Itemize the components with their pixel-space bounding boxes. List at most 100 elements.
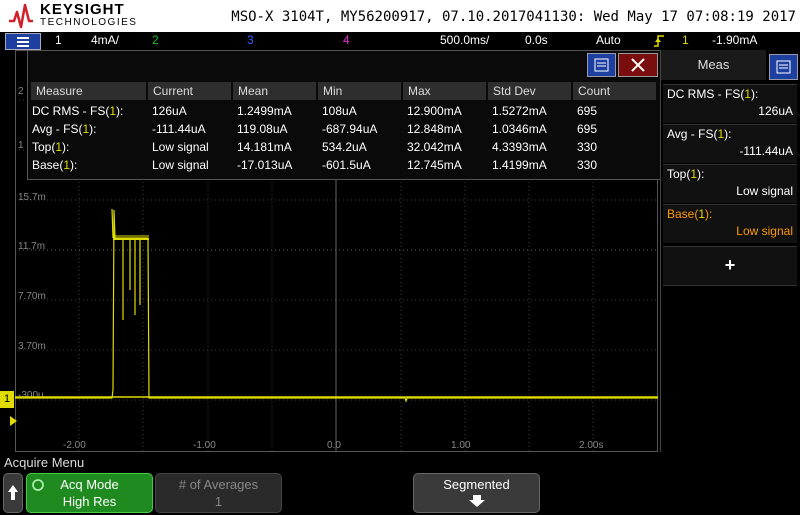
label-channel: 1	[744, 87, 752, 101]
row-channel: 1	[109, 104, 117, 118]
cell-count: 330	[577, 140, 598, 154]
add-measurement-button[interactable]: +	[663, 246, 797, 286]
row-name-text: Top(	[32, 140, 56, 154]
table-row-name: Base(1):	[32, 156, 77, 174]
side-meas-item[interactable]: Top(1): Low signal	[663, 164, 797, 203]
side-meas-item[interactable]: DC RMS - FS(1): 126uA	[663, 84, 797, 123]
brand-name: KEYSIGHT	[40, 1, 125, 18]
column-header-max: Max	[403, 82, 486, 100]
rising-edge-icon	[654, 35, 664, 47]
row-name-text: ):	[62, 140, 70, 154]
trigger-position-icon	[10, 416, 17, 426]
cell-max: 12.900mA	[407, 104, 462, 118]
list-icon	[594, 58, 609, 72]
acq-mode-softkey[interactable]: Acq Mode High Res	[26, 473, 153, 513]
popup-close-button[interactable]	[618, 53, 658, 77]
keysight-logo-icon	[9, 3, 33, 29]
segmented-label: Segmented	[443, 477, 510, 492]
side-meas-item-selected[interactable]: Base(1): Low signal	[663, 204, 797, 243]
acq-mode-label: Acq Mode	[60, 477, 119, 492]
menu-icon-line	[17, 41, 29, 43]
label-text: Avg - FS(	[667, 127, 718, 141]
row-name-text: Avg - FS(	[32, 122, 83, 136]
softkey-bar: Acquire Menu Acq Mode High Res # of Aver…	[0, 452, 800, 513]
menu-icon-line	[17, 45, 29, 47]
channel-3-number[interactable]: 3	[247, 33, 254, 47]
popup-menu-button[interactable]	[587, 53, 616, 77]
row-name-text: ):	[89, 122, 97, 136]
channel-1-ground-marker[interactable]: 1	[0, 391, 14, 408]
cell-count: 695	[577, 122, 598, 136]
table-row-name: DC RMS - FS(1):	[32, 102, 123, 120]
y-tick-label: 15.7m	[18, 192, 46, 203]
side-panel-title[interactable]: Meas	[661, 50, 766, 80]
horizontal-delay[interactable]: 0.0s	[525, 33, 548, 47]
segmented-softkey[interactable]: Segmented	[413, 473, 540, 513]
x-tick-label: 2.00s	[579, 440, 603, 451]
channel-4-number[interactable]: 4	[343, 33, 350, 47]
cell-current: Low signal	[152, 158, 209, 172]
table-row-name: Avg - FS(1):	[32, 120, 97, 138]
side-meas-label: Avg - FS(1):	[667, 127, 732, 141]
side-meas-value: 126uA	[758, 104, 793, 118]
title-bar: KEYSIGHT TECHNOLOGIES MSO-X 3104T, MY562…	[0, 0, 800, 32]
back-button[interactable]	[3, 473, 23, 513]
channel-1-scale[interactable]: 4mA/	[91, 33, 119, 47]
menu-icon-line	[17, 37, 29, 39]
x-tick-label: 0.0	[327, 440, 341, 451]
cell-current: -111.44uA	[152, 122, 206, 136]
label-text: Top(	[667, 167, 691, 181]
side-panel-menu-button[interactable]	[769, 54, 798, 80]
cell-max: 32.042mA	[407, 140, 462, 154]
cell-min: -601.5uA	[322, 158, 371, 172]
cell-min: 108uA	[322, 104, 357, 118]
trigger-level[interactable]: -1.90mA	[712, 33, 757, 47]
column-header-count: Count	[573, 82, 656, 100]
cell-mean: -17.013uA	[237, 158, 293, 172]
row-name-text: ):	[116, 104, 124, 118]
row-name-text: DC RMS - FS(	[32, 104, 110, 118]
side-meas-value: Low signal	[736, 184, 793, 198]
averages-softkey[interactable]: # of Averages 1	[155, 473, 282, 513]
channel-2-number[interactable]: 2	[152, 33, 159, 47]
measurement-rows: DC RMS - FS(1): 126uA 1.2499mA 108uA 12.…	[32, 102, 656, 174]
column-header-measure: Measure	[31, 82, 146, 100]
side-meas-item[interactable]: Avg - FS(1): -111.44uA	[663, 124, 797, 163]
side-meas-value: -111.44uA	[739, 144, 793, 158]
channel-status-bar: 1 4mA/ 2 3 4 500.0ms/ 0.0s Auto 1 -1.90m…	[0, 32, 800, 50]
side-meas-label: Top(1):	[667, 167, 704, 181]
label-text: ):	[751, 87, 759, 101]
channel-1-number[interactable]: 1	[55, 33, 62, 47]
column-header-mean: Mean	[233, 82, 316, 100]
table-row-name: Top(1):	[32, 138, 69, 156]
cell-mean: 119.08uA	[237, 122, 288, 136]
label-text: ):	[724, 127, 732, 141]
cell-stddev: 1.5272mA	[492, 104, 547, 118]
measurement-statistics-popup: Measure Current Mean Min Max Std Dev Cou…	[27, 50, 661, 180]
close-icon	[631, 58, 645, 72]
trigger-source[interactable]: 1	[682, 33, 689, 47]
cell-current: Low signal	[152, 140, 209, 154]
column-header-stddev: Std Dev	[488, 82, 571, 100]
averages-label: # of Averages	[178, 477, 259, 492]
timebase-scale[interactable]: 500.0ms/	[440, 33, 489, 47]
list-icon	[776, 60, 791, 74]
label-text: ):	[705, 207, 713, 221]
main-menu-button[interactable]	[5, 33, 41, 50]
row-name-text: Base(	[32, 158, 64, 172]
cell-current: 126uA	[152, 104, 187, 118]
cell-stddev: 1.0346mA	[492, 122, 547, 136]
acq-mode-value: High Res	[62, 494, 117, 509]
cell-mean: 1.2499mA	[237, 104, 292, 118]
trigger-mode[interactable]: Auto	[596, 33, 621, 47]
column-header-current: Current	[148, 82, 231, 100]
averages-value: 1	[214, 494, 223, 509]
cell-max: 12.848mA	[407, 122, 462, 136]
side-meas-label: Base(1):	[667, 207, 712, 221]
measurements-side-panel: Meas DC RMS - FS(1): 126uA Avg - FS(1): …	[660, 50, 800, 452]
cell-mean: 14.181mA	[237, 140, 292, 154]
x-tick-label: -1.00	[193, 440, 216, 451]
label-text: Base(	[667, 207, 699, 221]
cell-count: 330	[577, 158, 598, 172]
y-tick-label: 3.70m	[18, 341, 46, 352]
